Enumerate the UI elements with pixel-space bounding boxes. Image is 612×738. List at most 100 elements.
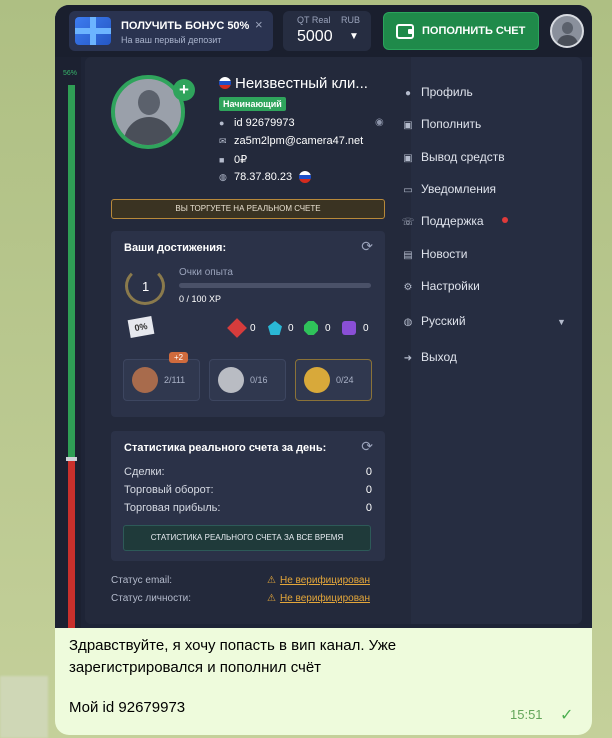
topup-label: ПОПОЛНИТЬ СЧЕТ xyxy=(422,25,526,37)
identity-status-value[interactable]: ⚠ Не верифицирован xyxy=(267,593,370,604)
refresh-icon[interactable]: ⟳ xyxy=(361,438,373,455)
blue-gem-icon xyxy=(268,321,282,335)
bonus-title: ПОЛУЧИТЬ БОНУС 50% xyxy=(121,20,250,32)
gem-count: 0 xyxy=(325,323,331,334)
globe-small-icon: ◍ xyxy=(219,172,227,182)
support-notification-dot xyxy=(502,217,508,223)
profile-balance-line: ■ 0₽ xyxy=(219,153,247,166)
chevron-down-icon[interactable]: ▼ xyxy=(557,317,566,327)
medal-label: 0/24 xyxy=(336,375,354,385)
level-badge: Начинающий xyxy=(219,97,286,111)
read-check-icon: ✓ xyxy=(560,707,574,724)
medal-label: 0/16 xyxy=(250,375,268,385)
message-bubble: ПОЛУЧИТЬ БОНУС 50% На ваш первый депозит… xyxy=(55,5,592,735)
bonus-banner[interactable]: ПОЛУЧИТЬ БОНУС 50% На ваш первый депозит… xyxy=(69,11,273,51)
account-currency: RUB xyxy=(341,15,361,25)
gold-medal-box[interactable]: 0/24 xyxy=(295,359,372,401)
user-icon: ● xyxy=(404,88,412,99)
close-icon[interactable]: × xyxy=(255,17,263,32)
account-selector[interactable]: QT Real RUB 5000 ▼ xyxy=(283,11,371,51)
message-time: 15:51 xyxy=(510,707,543,722)
wallet-icon xyxy=(396,24,414,39)
support-icon: ☏ xyxy=(401,217,415,228)
news-icon: ▤ xyxy=(403,250,413,261)
withdraw-icon: ▣ xyxy=(403,153,413,164)
flag-ru-icon xyxy=(299,171,312,184)
inbox-icon: ▭ xyxy=(403,185,413,196)
profile-email-line: ✉ za5m2lpm@camera47.net xyxy=(219,135,363,147)
sentiment-bar: 56% xyxy=(55,57,81,628)
account-balance: 5000 xyxy=(297,28,333,45)
profile-ip: 78.37.80.23 xyxy=(234,171,293,183)
menu-item-deposit[interactable]: ▣ Пополнить xyxy=(400,117,481,131)
flag-ru-icon xyxy=(219,76,231,89)
stat-label: Торговый оборот: xyxy=(124,484,214,496)
sentiment-up-track xyxy=(68,85,75,458)
silver-medal-icon xyxy=(218,367,244,393)
menu-item-logout[interactable]: ➜ Выход xyxy=(400,350,457,364)
attached-screenshot[interactable]: ПОЛУЧИТЬ БОНУС 50% На ваш первый депозит… xyxy=(55,5,592,628)
achievements-card: Ваши достижения: ⟳ 1 Очки опыта 0 / 100 … xyxy=(111,231,385,417)
top-bar: ПОЛУЧИТЬ БОНУС 50% На ваш первый депозит… xyxy=(55,5,592,57)
red-gem-icon xyxy=(227,318,247,338)
xp-value: 0 / 100 XP xyxy=(179,294,222,304)
menu-item-withdraw[interactable]: ▣ Вывод средств xyxy=(400,150,504,164)
profile-ip-line: ◍ 78.37.80.23 xyxy=(219,171,312,184)
profile-name: Неизвестный кли... xyxy=(235,75,368,92)
achievements-title: Ваши достижения: xyxy=(124,242,227,254)
menu-item-news[interactable]: ▤ Новости xyxy=(400,247,467,261)
medal-badge: +2 xyxy=(169,352,189,363)
identity-status-label: Статус личности: xyxy=(111,593,192,604)
message-id-line: Мой id 92679973 xyxy=(69,699,186,716)
menu-item-language[interactable]: ◍ Русский xyxy=(400,314,466,328)
purple-gem-icon xyxy=(342,321,356,335)
real-account-button[interactable]: ВЫ ТОРГУЕТЕ НА РЕАЛЬНОМ СЧЕТЕ xyxy=(111,199,385,219)
email-status-value[interactable]: ⚠ Не верифицирован xyxy=(267,575,370,586)
menu-item-profile[interactable]: ● Профиль xyxy=(400,85,473,99)
menu-item-notifications[interactable]: ▭ Уведомления xyxy=(400,182,496,196)
message-text: Здравствуйте, я хочу попасть в вип канал… xyxy=(69,637,397,676)
email-status-label: Статус email: xyxy=(111,575,173,586)
profile-email: za5m2lpm@camera47.net xyxy=(234,135,364,147)
gem-count: 0 xyxy=(250,323,256,334)
bronze-medal-box[interactable]: 2/111 +2 xyxy=(123,352,200,401)
sentiment-percent: 56% xyxy=(63,70,78,77)
warning-icon: ⚠ xyxy=(267,575,276,586)
blurred-avatar xyxy=(0,676,48,738)
profile-id-line: ● id 92679973 xyxy=(219,117,295,129)
gift-icon xyxy=(75,17,111,45)
user-icon: ● xyxy=(219,118,225,128)
plus-icon[interactable]: + xyxy=(173,79,195,101)
gem-count: 0 xyxy=(363,323,369,334)
profile-balance: 0₽ xyxy=(234,154,248,166)
silver-medal-box[interactable]: 0/16 xyxy=(209,359,286,401)
refresh-icon[interactable]: ⟳ xyxy=(361,238,373,255)
stat-value: 0 xyxy=(365,466,372,478)
topup-button[interactable]: ПОПОЛНИТЬ СЧЕТ xyxy=(383,12,539,50)
menu-item-support[interactable]: ☏ Поддержка xyxy=(400,214,484,228)
profile-name-row: Неизвестный кли... xyxy=(219,75,368,92)
daily-stats-card: Статистика реального счета за день: ⟳ Сд… xyxy=(111,431,385,561)
account-type: QT Real xyxy=(297,15,331,25)
stat-label: Торговая прибыль: xyxy=(124,502,221,514)
daily-stats-title: Статистика реального счета за день: xyxy=(124,442,327,454)
level-number: 1 xyxy=(142,279,150,294)
gold-medal-icon xyxy=(304,367,330,393)
eye-icon[interactable]: ◉ xyxy=(375,117,384,128)
xp-label: Очки опыта xyxy=(179,267,233,278)
profile-panel: + Неизвестный кли... Начинающий ● id 9267… xyxy=(85,57,582,624)
avatar[interactable] xyxy=(550,14,584,48)
mail-icon: ✉ xyxy=(219,136,227,146)
warning-icon: ⚠ xyxy=(267,593,276,604)
globe-icon: ◍ xyxy=(403,317,413,328)
profile-id: id 92679973 xyxy=(234,117,295,129)
stat-label: Сделки: xyxy=(124,466,165,478)
bronze-medal-icon xyxy=(132,367,158,393)
profile-panel-left: + Неизвестный кли... Начинающий ● id 9267… xyxy=(85,57,411,624)
sentiment-down-track xyxy=(68,461,75,628)
menu-item-settings[interactable]: ⚙ Настройки xyxy=(400,279,480,293)
percent-coupon-icon[interactable]: 0% xyxy=(127,316,155,338)
all-time-stats-button[interactable]: СТАТИСТИКА РЕАЛЬНОГО СЧЕТА ЗА ВСЕ ВРЕМЯ xyxy=(123,525,371,551)
green-gem-icon xyxy=(304,321,318,335)
chevron-down-icon: ▼ xyxy=(349,31,359,42)
